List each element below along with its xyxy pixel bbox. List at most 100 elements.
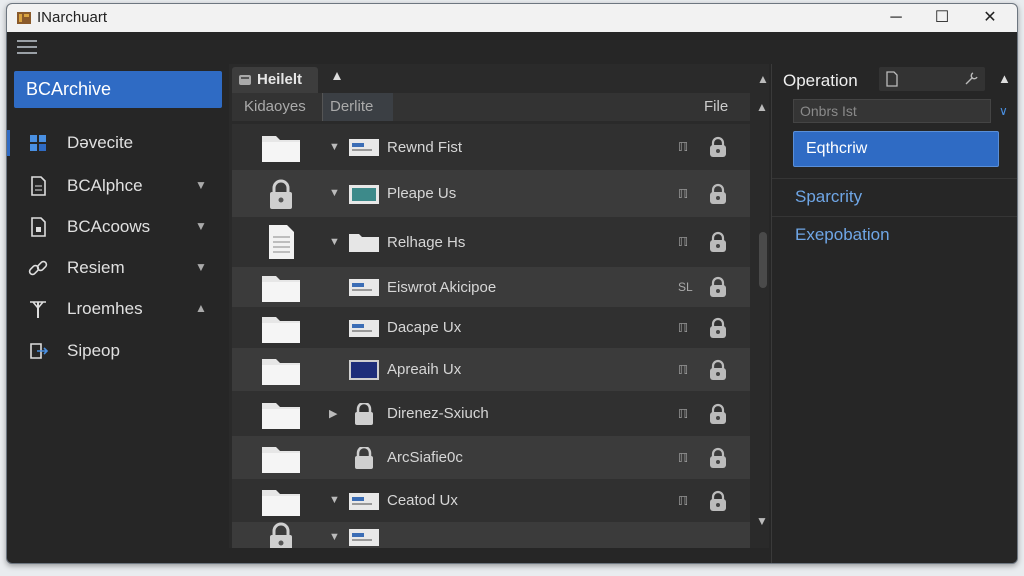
folder-icon (260, 270, 302, 304)
row-name: Ceatod Ux (387, 492, 458, 509)
operation-panel: Operation ▲ Onbrs Ist ∨ Eqthcriw Sparcri… (771, 64, 1017, 563)
lock-icon[interactable] (708, 136, 728, 158)
scroll-up-icon[interactable]: ▲ (756, 100, 768, 114)
filter-placeholder: Onbrs Ist (800, 103, 857, 119)
minimize-button[interactable]: ─ (873, 4, 919, 32)
monitor-icon (348, 359, 380, 381)
tree-icon (30, 301, 46, 318)
cube-icon (30, 135, 46, 151)
table-row[interactable]: Eiswrot Akicipoe SL (232, 267, 750, 307)
sidebar-item-bcarchive[interactable]: BCArchive (14, 71, 222, 108)
expand-arrow-icon[interactable]: ▼ (329, 187, 340, 199)
row-name: ArcSiafie0c (387, 449, 463, 466)
drive-icon (348, 317, 380, 339)
app-window: INarchuart ─ ☐ ✕ BCArchive Dəvecite BCAl… (6, 3, 1018, 564)
table-row[interactable]: ▼ Relhage Hs ℿ (232, 217, 750, 267)
row-name: Eiswrot Akicipoe (387, 279, 497, 296)
table-row[interactable]: ▼ (232, 522, 750, 548)
table-row[interactable]: Apreaih Ux ℿ (232, 348, 750, 391)
table-row[interactable]: ▶ Direnez-Sxiuch ℿ (232, 391, 750, 436)
close-button[interactable]: ✕ (967, 4, 1013, 32)
expand-arrow-icon[interactable]: ▼ (329, 236, 340, 248)
sidebar-item-label: Lroemhes (67, 299, 143, 318)
scroll-down-icon[interactable]: ▼ (756, 514, 768, 528)
document-icon (260, 225, 302, 259)
lock-icon[interactable] (708, 183, 728, 205)
folder-icon (348, 231, 380, 253)
column-header: Kidaoyes Derlite File (232, 93, 750, 121)
sidebar-item-3[interactable]: BCAcoows ▼ (7, 208, 229, 246)
chevron-down-icon[interactable]: ▼ (195, 219, 207, 233)
link-label: Exepobation (795, 225, 890, 244)
tab-heilelt[interactable]: Heilelt (232, 67, 318, 93)
folder-icon (260, 311, 302, 345)
lock-icon[interactable] (708, 231, 728, 253)
row-type-mark: ℿ (678, 321, 689, 335)
row-name: Relhage Hs (387, 234, 466, 251)
expand-arrow-icon[interactable]: ▼ (329, 141, 340, 153)
drive-icon (348, 490, 380, 512)
table-row[interactable]: Dacape Ux ℿ (232, 307, 750, 348)
primary-button[interactable]: Eqthcriw (793, 131, 999, 167)
maximize-button[interactable]: ☐ (919, 4, 965, 32)
chevron-down-icon[interactable]: ∨ (999, 104, 1008, 118)
lock-icon[interactable] (708, 317, 728, 339)
expand-arrow-icon[interactable]: ▼ (329, 531, 340, 543)
lock-icon[interactable] (708, 447, 728, 469)
expand-arrow-icon[interactable]: ▼ (329, 494, 340, 506)
sidebar-item-2[interactable]: BCAlphce ▼ (7, 167, 229, 205)
lock-icon[interactable] (708, 359, 728, 381)
link-icon (28, 260, 48, 276)
table-row[interactable]: ▼ Ceatod Ux ℿ (232, 479, 750, 522)
panel-toolbar (879, 67, 985, 91)
sidebar-item-label: BCAcoows (67, 217, 151, 236)
link-sparcrity[interactable]: Sparcrity (772, 178, 1017, 217)
drive-icon (348, 276, 380, 298)
tab-pin-icon[interactable] (333, 72, 341, 80)
column-kidaoyes[interactable]: Kidaoyes (244, 98, 306, 115)
folder-icon (260, 353, 302, 387)
row-type-mark: ℿ (678, 235, 689, 249)
lock-icon (348, 445, 380, 469)
row-type-mark: ℿ (678, 451, 689, 465)
scrollbar-thumb[interactable] (759, 232, 767, 288)
sidebar-item-6[interactable]: Sipeop (7, 332, 229, 370)
expand-arrow-icon[interactable]: ▶ (329, 407, 337, 420)
filter-input[interactable]: Onbrs Ist (793, 99, 991, 123)
lock-icon (348, 401, 380, 425)
table-row[interactable]: ArcSiafie0c ℿ (232, 436, 750, 479)
table-row[interactable]: ▼ Pleape Us ℿ (232, 170, 750, 217)
row-type-mark: SL (678, 280, 693, 294)
sidebar-item-label: Sipeop (67, 341, 120, 360)
sidebar-item-1[interactable]: Dəvecite (7, 124, 229, 162)
document-icon[interactable] (885, 71, 899, 87)
sidebar-item-4[interactable]: Resiem ▼ (7, 249, 229, 287)
collapse-icon[interactable]: ▲ (998, 71, 1011, 86)
chevron-up-icon[interactable]: ▲ (195, 301, 207, 315)
image-icon (348, 183, 380, 205)
wrench-icon[interactable] (963, 71, 979, 87)
chevron-down-icon[interactable]: ▼ (195, 260, 207, 274)
drive-icon (348, 526, 380, 548)
link-exepobation[interactable]: Exepobation (772, 216, 1017, 255)
column-file[interactable]: File (704, 98, 728, 115)
tab-label: Heilelt (257, 71, 303, 88)
panel-title: Operation (783, 71, 858, 90)
chevron-down-icon[interactable]: ▼ (195, 178, 207, 192)
lock-icon[interactable] (708, 276, 728, 298)
column-derlite[interactable]: Derlite (322, 93, 393, 121)
drive-icon (239, 75, 251, 85)
sidebar-item-5[interactable]: Lroemhes ▲ (7, 290, 229, 328)
sidebar-item-label: Resiem (67, 258, 125, 277)
scroll-up-icon[interactable]: ▲ (757, 72, 769, 86)
lock-icon[interactable] (708, 403, 728, 425)
lock-icon[interactable] (708, 490, 728, 512)
window-title: INarchuart (37, 9, 108, 26)
row-type-mark: ℿ (678, 363, 689, 377)
document-lock-icon (31, 217, 46, 237)
folder-icon (260, 441, 302, 475)
table-row[interactable]: ▼ Rewnd Fist ℿ (232, 124, 750, 170)
row-type-mark: ℿ (678, 494, 689, 508)
active-marker (7, 130, 10, 156)
menu-icon[interactable] (17, 40, 37, 54)
